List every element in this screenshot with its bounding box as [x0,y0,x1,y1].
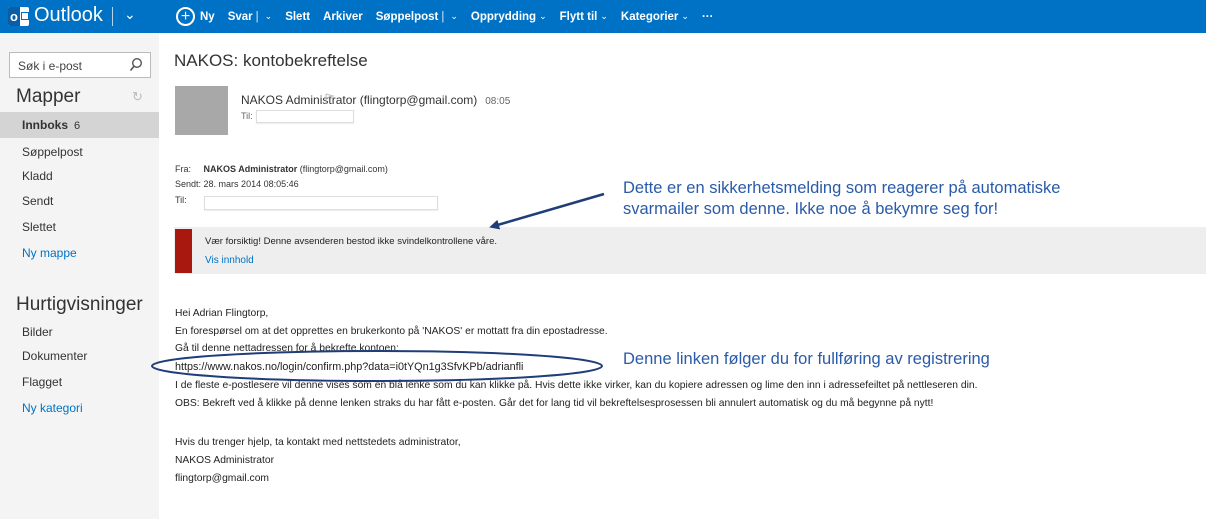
app-title: Outlook [34,4,103,26]
nav-item-documents[interactable]: Dokumenter [0,343,159,369]
forward-to: Til: [175,195,187,205]
forward-from: Fra: NAKOS Administrator (flingtorp@gmai… [175,164,388,174]
annotation-arrow [489,192,605,230]
search-input[interactable]: Søk i e-post [9,52,151,78]
divider [112,7,113,26]
sent-label: Sendt: [175,179,202,189]
nav-item-inbox[interactable]: Innboks 6 [0,112,159,138]
annotation-line: svarmailer som denne. Ikke noe å bekymre… [623,200,999,218]
quickviews-heading: Hurtigvisninger [16,294,143,315]
annotation-line: Dette er en sikkerhetsmelding som reager… [623,179,1061,197]
chevron-down-icon: ⌄ [600,11,608,21]
nav-item-label: Innboks [22,118,69,132]
body-line: En forespørsel om at det opprettes en br… [175,326,608,337]
body-line: I de fleste e-postlesere vil denne vises… [175,380,978,391]
to-label: Til: [241,111,253,121]
chevron-down-icon[interactable]: ⌄ [450,11,458,22]
reply-button-label: Svar [227,10,253,23]
from-label: Fra: [175,164,192,174]
chevron-down-icon[interactable]: ⌄ [124,6,136,23]
more-icon: ··· [701,10,714,23]
move-to-button-label: Flytt til [559,10,598,23]
nav-item-label: Kladd [22,169,53,183]
avatar [175,86,228,135]
nav-item-pictures[interactable]: Bilder [0,319,159,345]
reply-button[interactable]: Svar | ⌄ [228,11,272,23]
sent-value: 28. mars 2014 08:05:46 [203,179,299,189]
refresh-icon[interactable]: ↻ [132,89,143,105]
divider: | [255,10,259,23]
flag-icon[interactable] [324,93,336,105]
recipient-redacted [256,110,354,123]
nav-item-junk[interactable]: Søppelpost [0,139,159,165]
new-folder-link[interactable]: Ny mappe [0,240,159,266]
recipient-redacted [204,196,438,210]
signature-email[interactable]: flingtorp@gmail.com [175,473,269,484]
from-email: (flingtorp@gmail.com) [299,164,388,174]
body-greeting: Hei Adrian Flingtorp, [175,308,269,319]
annotation-link: Denne linken følger du for fullføring av… [623,350,990,368]
warning-text: Vær forsiktig! Denne avsenderen bestod i… [205,236,498,247]
from-name: NAKOS Administrator [203,164,298,174]
move-to-button[interactable]: Flytt til ⌄ [560,11,608,23]
left-nav: Søk i e-post Mapper ↻ Innboks 6 Søppelpos… [0,33,159,519]
categories-button[interactable]: Kategorier ⌄ [621,11,689,23]
chevron-down-icon: ⌄ [539,11,547,21]
new-button-label: Ny [200,10,215,23]
sweep-button[interactable]: Opprydding ⌄ [471,11,547,23]
new-button[interactable]: + Ny [176,7,215,26]
nav-item-label: Sendt [22,194,54,208]
chevron-down-icon: ⌄ [681,11,689,21]
divider: | [441,10,445,23]
new-category-link[interactable]: Ny kategori [0,395,159,421]
search-icon[interactable] [129,57,143,73]
nav-item-label: Flagget [22,375,63,389]
body-line: OBS: Bekreft ved å klikke på denne lenke… [175,398,934,409]
annotation-security: Dette er en sikkerhetsmelding som reager… [623,178,1060,220]
nav-item-deleted[interactable]: Slettet [0,214,159,240]
security-warning: Vær forsiktig! Denne avsenderen bestod i… [174,227,1206,274]
nav-item-label: Dokumenter [22,349,88,363]
plus-circle-icon: + [176,7,195,26]
nav-item-label: Søppelpost [22,145,83,159]
categories-button-label: Kategorier [620,10,679,23]
chevron-down-icon[interactable]: ⌄ [265,11,273,22]
signature-name: NAKOS Administrator [175,455,274,466]
delete-button[interactable]: Slett [285,11,310,23]
archive-button[interactable]: Arkiver [323,11,363,23]
confirm-link[interactable]: https://www.nakos.no/login/confirm.php?d… [175,361,523,373]
junk-button-label: Søppelpost [375,10,439,23]
nav-item-sent[interactable]: Sendt [0,188,159,214]
top-bar: o Outlook ⌄ + Ny Svar | ⌄ Slett Arkiver … [0,0,1206,33]
show-content-link[interactable]: Vis innhold [205,255,254,266]
sender-line: NAKOS Administrator (flingtorp@gmail.com… [241,93,510,107]
archive-button-label: Arkiver [323,10,363,23]
nav-item-label: Bilder [22,325,53,339]
sweep-button-label: Opprydding [470,10,537,23]
more-button[interactable]: ··· [702,11,714,23]
delete-button-label: Slett [285,10,311,23]
nav-item-drafts[interactable]: Kladd [0,163,159,189]
body-help: Hvis du trenger hjelp, ta kontakt med ne… [175,437,461,448]
nav-item-flagged[interactable]: Flagget [0,369,159,395]
nav-item-label: Slettet [22,220,57,234]
to-label: Til: [175,195,187,205]
outlook-logo-icon: o [8,7,29,26]
search-placeholder: Søk i e-post [18,59,83,73]
command-bar: + Ny Svar | ⌄ Slett Arkiver Søppelpost |… [176,0,726,33]
forward-sent: Sendt: 28. mars 2014 08:05:46 [175,179,299,189]
message-subject: NAKOS: kontobekreftelse [174,51,368,70]
folders-heading: Mapper [16,86,81,107]
body-line: Gå til denne nettadressen for å bekrefte… [175,343,399,354]
app-switcher[interactable]: o Outlook ⌄ [0,0,158,33]
warning-bar [175,229,192,273]
message-time: 08:05 [485,96,511,107]
unread-count: 6 [74,120,81,132]
sender-name[interactable]: NAKOS Administrator (flingtorp@gmail.com… [241,93,477,107]
junk-button[interactable]: Søppelpost | ⌄ [376,11,458,23]
